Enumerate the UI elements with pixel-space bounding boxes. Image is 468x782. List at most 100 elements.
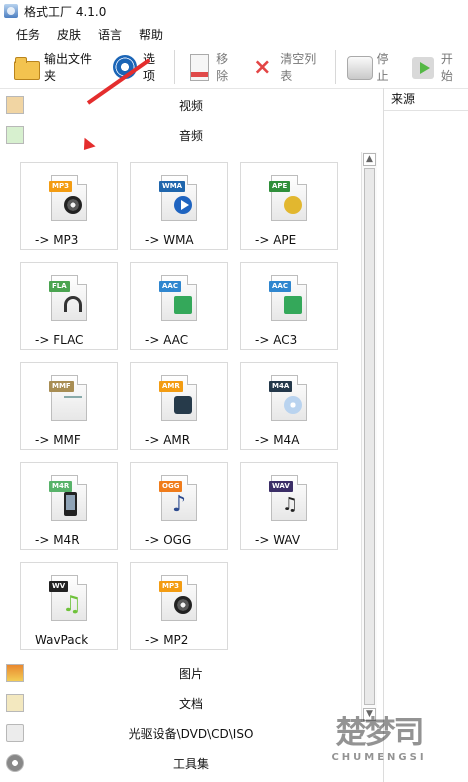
green-note-icon: ♫	[62, 592, 82, 617]
format-tile-wavpack[interactable]: WV ♫ WavPack	[20, 562, 118, 650]
format-tile-ac3[interactable]: AAC -> AC3	[240, 262, 338, 350]
headphones-icon	[64, 296, 82, 312]
watermark-sub: CHUMENGSI	[331, 752, 427, 763]
aac-tag: AAC	[159, 281, 181, 292]
format-tile-flac[interactable]: FLA -> FLAC	[20, 262, 118, 350]
category-audio[interactable]: 音频	[0, 120, 382, 150]
wav-tag: WAV	[269, 481, 293, 492]
document-music-icon	[64, 396, 82, 416]
amr-tag: AMR	[159, 381, 183, 392]
wma-tag: WMA	[159, 181, 186, 192]
start-button[interactable]: 开始	[404, 46, 468, 88]
format-label: -> WMA	[145, 233, 194, 247]
m4a-file-icon: M4A	[269, 375, 307, 421]
m4r-tag: M4R	[49, 481, 73, 492]
menu-task[interactable]: 任务	[16, 26, 40, 43]
mp3-file-icon: MP3	[49, 175, 87, 221]
mp3-tag: MP3	[49, 181, 72, 192]
scroll-up-icon[interactable]: ▲	[363, 153, 376, 166]
format-tile-m4a[interactable]: M4A -> M4A	[240, 362, 338, 450]
phone-music-icon	[174, 396, 192, 414]
format-scrollbar[interactable]: ▲ ▼	[361, 152, 377, 722]
format-tile-amr[interactable]: AMR -> AMR	[130, 362, 228, 450]
category-video[interactable]: 视频	[0, 90, 382, 120]
mmf-file-icon: MMF	[49, 375, 87, 421]
format-label: -> AAC	[145, 333, 189, 347]
start-label: 开始	[440, 52, 453, 83]
category-documents[interactable]: 文档	[0, 688, 382, 718]
ape-tag: APE	[269, 181, 291, 192]
start-icon	[409, 53, 437, 81]
speaker-icon	[64, 196, 82, 214]
format-label: -> MP3	[35, 233, 79, 247]
app-title: 格式工厂 4.1.0	[24, 4, 107, 19]
format-tile-mp2[interactable]: MP3 -> MP2	[130, 562, 228, 650]
ape-file-icon: APE	[269, 175, 307, 221]
title-bar: 格式工厂 4.1.0	[0, 0, 468, 22]
music-notes-icon: ♫	[282, 494, 299, 515]
m4r-file-icon: M4R	[49, 475, 87, 521]
wavpack-file-icon: WV ♫	[49, 575, 87, 621]
category-documents-label: 文档	[178, 696, 203, 711]
speaker-green-icon	[174, 296, 192, 314]
toolbar: 输出文件夹 选项 移除 × 清空列表 停止 开始	[0, 46, 468, 89]
format-pane: 视频 音频 MP3 -> MP3 WMA -> WMA APE -> APE F…	[0, 88, 382, 782]
toolbar-separator	[174, 50, 176, 84]
format-tile-ape[interactable]: APE -> APE	[240, 162, 338, 250]
output-folder-button[interactable]: 输出文件夹	[0, 46, 106, 88]
output-folder-label: 输出文件夹	[44, 52, 93, 83]
folder-icon	[12, 53, 40, 81]
format-tile-mmf[interactable]: MMF -> MMF	[20, 362, 118, 450]
format-label: WavPack	[35, 633, 89, 647]
ac3-tag: AAC	[269, 281, 291, 292]
music-note-icon: ♪	[172, 492, 187, 517]
remove-button[interactable]: 移除	[179, 46, 243, 88]
mp2-file-icon: MP3	[159, 575, 197, 621]
stop-label: 停止	[376, 52, 389, 83]
format-tile-wma[interactable]: WMA -> WMA	[130, 162, 228, 250]
remove-icon	[184, 53, 212, 81]
wav-file-icon: WAV ♫	[269, 475, 307, 521]
format-tile-m4r[interactable]: M4R -> M4R	[20, 462, 118, 550]
toolbar-separator	[334, 50, 336, 84]
clear-icon: ×	[253, 55, 272, 80]
format-label: -> AMR	[145, 433, 191, 447]
scroll-thumb[interactable]	[364, 168, 375, 705]
stop-icon	[345, 53, 373, 81]
play-icon	[174, 196, 192, 214]
menu-help[interactable]: 帮助	[139, 26, 163, 43]
watermark-main: 楚梦司	[335, 715, 425, 751]
wavpack-tag: WV	[49, 581, 69, 592]
flac-tag: FLA	[49, 281, 70, 292]
phone-icon	[64, 492, 77, 516]
format-label: -> MP2	[145, 633, 189, 647]
menu-skin[interactable]: 皮肤	[57, 26, 81, 43]
format-tile-aac[interactable]: AAC -> AAC	[130, 262, 228, 350]
ogg-tag: OGG	[159, 481, 183, 492]
format-label: -> WAV	[255, 533, 301, 547]
format-label: -> OGG	[145, 533, 192, 547]
format-label: -> M4A	[255, 433, 300, 447]
flac-file-icon: FLA	[49, 275, 87, 321]
format-label: -> AC3	[255, 333, 298, 347]
format-label: -> MMF	[35, 433, 81, 447]
speaker-green-icon	[284, 296, 302, 314]
category-images[interactable]: 图片	[0, 658, 382, 688]
format-tile-ogg[interactable]: OGG ♪ -> OGG	[130, 462, 228, 550]
format-label: -> M4R	[35, 533, 80, 547]
amr-file-icon: AMR	[159, 375, 197, 421]
clear-list-button[interactable]: × 清空列表	[243, 46, 330, 88]
menu-language[interactable]: 语言	[98, 26, 122, 43]
source-pane: 来源	[383, 88, 468, 782]
format-tile-wav[interactable]: WAV ♫ -> WAV	[240, 462, 338, 550]
ape-icon	[284, 196, 302, 214]
ogg-file-icon: OGG ♪	[159, 475, 197, 521]
remove-label: 移除	[216, 52, 229, 83]
aac-file-icon: AAC	[159, 275, 197, 321]
format-tile-mp3[interactable]: MP3 -> MP3	[20, 162, 118, 250]
stop-button[interactable]: 停止	[340, 46, 404, 88]
speaker-icon	[174, 596, 192, 614]
clear-list-label: 清空列表	[280, 52, 317, 83]
source-column-header: 来源	[384, 88, 468, 111]
mmf-tag: MMF	[49, 381, 74, 392]
